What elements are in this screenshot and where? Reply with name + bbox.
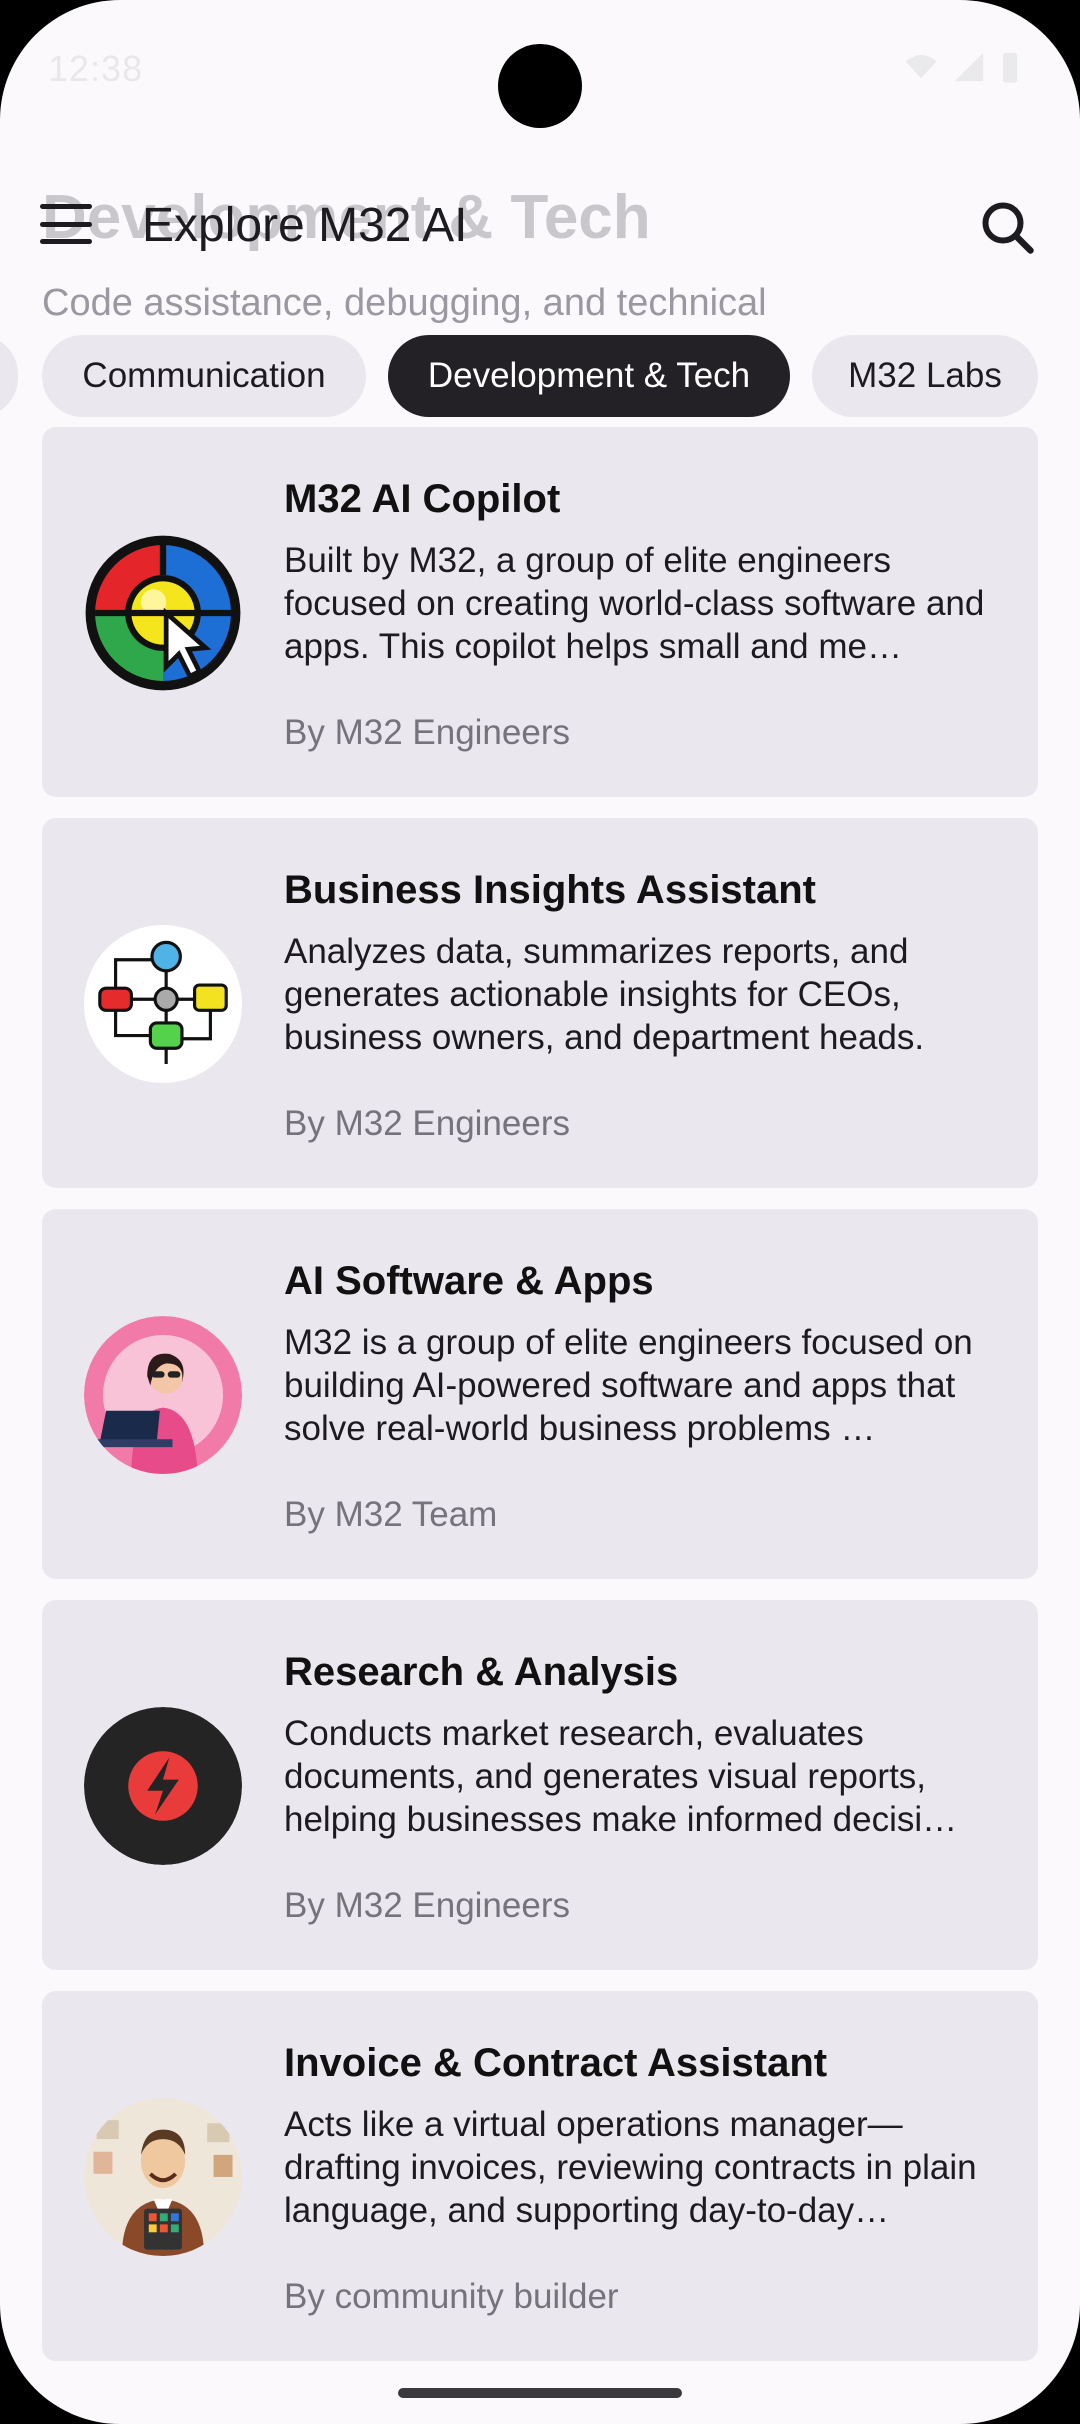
status-icons [904,50,1020,84]
chip-partial[interactable] [0,335,18,417]
lightning-bolt-icon [84,1707,242,1865]
card-description: Analyzes data, summarizes reports, and g… [284,932,925,1057]
wifi-icon [905,54,937,79]
woman-laptop-avatar [84,1316,242,1474]
assistant-card[interactable]: AI Software & Apps M32 is a group of eli… [42,1209,1038,1579]
status-time: 12:38 [48,48,144,89]
category-chips: Communication Development & Tech M32 Lab… [0,335,1080,419]
card-author: By M32 Engineers [284,1104,570,1143]
assistant-card[interactable]: Business Insights Assistant Analyzes dat… [42,818,1038,1188]
man-with-tablet-avatar [84,2098,242,2256]
search-icon[interactable] [978,198,1038,258]
battery-icon [1002,52,1018,83]
page-title: Explore M32 AI [142,199,468,252]
status-bar: 12:38 [0,0,1080,140]
chip-m32-labs[interactable]: M32 Labs [812,335,1038,417]
assistant-card[interactable]: Research & Analysis Conducts market rese… [42,1600,1038,1970]
top-app-bar: Development & Tech Code assistance, debu… [0,140,1080,324]
category-subheading: Code assistance, debugging, and technica… [42,282,767,324]
signal-icon [954,52,984,82]
card-author: By M32 Engineers [284,713,570,752]
card-title: Business Insights Assistant [284,868,816,912]
card-description: Acts like a virtual operations manager—d… [284,2105,977,2230]
card-description: Built by M32, a group of elite engineers… [284,541,985,666]
camera-cutout [498,44,582,128]
m32-copilot-logo-icon [84,534,242,692]
assistant-card[interactable]: Invoice & Contract Assistant Acts like a… [42,1991,1038,2361]
card-title: M32 AI Copilot [284,477,561,521]
card-description: Conducts market research, evaluates docu… [284,1714,958,1839]
menu-icon[interactable] [40,204,92,244]
assistant-card[interactable]: M32 AI Copilot Built by M32, a group of … [42,427,1038,797]
card-author: By community builder [284,2277,619,2316]
home-indicator[interactable] [398,2388,682,2398]
card-title: Research & Analysis [284,1650,679,1694]
flowchart-icon [84,925,242,1083]
card-author: By M32 Engineers [284,1886,570,1925]
card-title: AI Software & Apps [284,1259,654,1303]
card-title: Invoice & Contract Assistant [284,2041,828,2085]
card-description: M32 is a group of elite engineers focuse… [284,1323,973,1448]
chip-development-tech[interactable]: Development & Tech [388,335,790,417]
chip-communication[interactable]: Communication [42,335,366,417]
card-author: By M32 Team [284,1495,498,1534]
app-screen: 12:38 Development & Tech Code assistance… [0,0,1080,2424]
